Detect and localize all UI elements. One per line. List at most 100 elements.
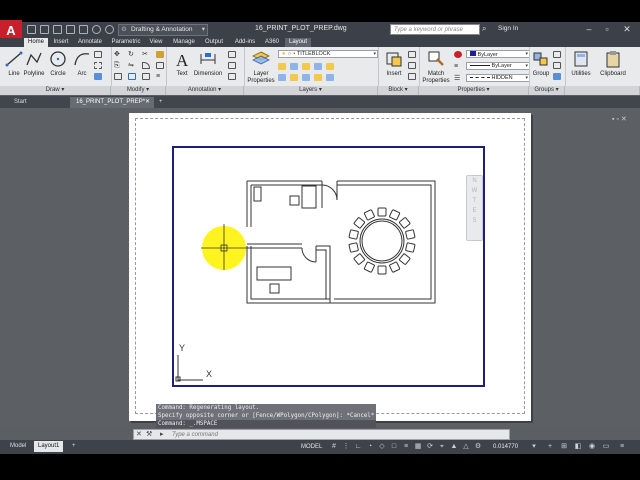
panel-block[interactable]: Block ▾ [378,86,419,95]
panel-groups[interactable]: Groups ▾ [529,86,565,95]
maximize-icon[interactable]: ▫ [600,23,614,35]
palette-icon[interactable] [454,51,462,58]
ungroup-icon[interactable] [553,51,561,58]
linetype-icon[interactable]: ≡ [454,63,462,70]
tab-parametric[interactable]: Parametric [108,38,144,47]
mirror-icon[interactable]: ⇋ [128,62,136,69]
clipboard-button[interactable]: Clipboard [598,48,628,84]
saveas-icon[interactable] [66,25,75,34]
scale-icon[interactable] [128,73,136,80]
new-layout-icon[interactable]: + [68,441,80,452]
layer-unisolate-icon[interactable] [302,74,310,81]
object-snap-icon[interactable]: □ [390,443,398,451]
viewport-scale[interactable]: 0.014770 [493,442,518,452]
color-dropdown[interactable]: ByLayer ▾ [466,50,530,58]
hatch-icon[interactable] [94,62,102,69]
polar-icon[interactable]: ◔ [366,443,374,451]
layer-dropdown[interactable]: ● ☼ ▪ TITLEBLOCK ▾ [278,50,378,58]
ortho-icon[interactable]: ∟ [354,443,362,451]
lineweight-toggle-icon[interactable]: ≡ [402,443,410,451]
tab-start[interactable]: Start [8,97,68,108]
tab-view[interactable]: View [147,38,165,47]
utilities-button[interactable]: Utilities [566,48,596,84]
lineweight-dropdown[interactable]: HIDDEN ▾ [466,74,530,82]
layer-walk-icon[interactable] [290,74,298,81]
layer-isolate-icon[interactable] [290,63,298,70]
close-icon[interactable]: ✕ [136,430,142,439]
tab-layout1[interactable]: Layout1 [34,441,64,452]
undo-icon[interactable] [92,25,101,34]
layer-lock-icon[interactable] [326,74,334,81]
panel-annotation[interactable]: Annotation ▾ [166,86,244,95]
array-icon[interactable] [142,73,150,80]
search-input[interactable]: Type a keyword or phrase [390,24,480,35]
panel-properties[interactable]: Properties ▾ [419,86,529,95]
viewcube[interactable]: N W T E S [466,175,483,241]
close-tab-icon[interactable]: ✕ [145,97,150,108]
annotation-visibility-icon[interactable]: ▲ [450,443,458,451]
tab-insert[interactable]: Insert [50,38,72,47]
table-icon[interactable] [228,62,236,69]
rotate-icon[interactable]: ↻ [128,51,136,58]
new-icon[interactable] [27,25,36,34]
tab-manage[interactable]: Manage [170,38,198,47]
offset-icon[interactable]: ≡ [156,73,164,80]
dynamic-ucs-icon[interactable]: ⌖ [438,443,446,451]
layer-off-icon[interactable] [314,63,322,70]
copy-icon[interactable]: ⎘ [114,62,122,69]
layer-state-icon[interactable] [278,63,286,70]
gradient-icon[interactable] [94,73,102,80]
units-icon[interactable]: ⊞ [560,443,568,451]
panel-draw[interactable]: Draw ▾ [0,86,111,95]
annotation-monitor-icon[interactable]: + [546,443,554,451]
layer-properties-button[interactable]: Layer Properties [246,48,276,84]
chevron-down-icon[interactable]: ▾ [530,443,538,451]
space-toggle[interactable]: MODEL [301,442,322,452]
layer-previous-icon[interactable] [278,74,286,81]
group-button[interactable]: Group [530,48,552,84]
match-properties-button[interactable]: Match Properties [420,48,452,84]
workspace-switch-icon[interactable]: ⚙ [474,443,482,451]
insert-button[interactable]: Insert [380,48,408,84]
group-edit-icon[interactable] [553,62,561,69]
layer-match-icon[interactable] [326,63,334,70]
wrench-icon[interactable]: ⚒ [146,430,152,439]
tab-layout[interactable]: Layout [285,38,311,47]
layer-freeze-icon[interactable] [302,63,310,70]
tab-a360[interactable]: A360 [262,38,282,47]
rectangle-icon[interactable] [94,51,102,58]
annotation-scale-icon[interactable]: △ [462,443,470,451]
save-icon[interactable] [53,25,62,34]
print-icon[interactable] [79,25,88,34]
grid-icon[interactable]: # [330,443,338,451]
leader-icon[interactable] [228,51,236,58]
tab-home[interactable]: Home [24,38,48,47]
arc-button[interactable]: Arc [68,48,96,84]
group-select-icon[interactable] [553,73,561,80]
tab-add-ins[interactable]: Add-ins [230,38,260,47]
minimize-icon[interactable]: – [582,23,596,35]
dimension-button[interactable]: Dimension [192,48,224,84]
explode-icon[interactable] [156,62,164,69]
stretch-icon[interactable] [114,73,122,80]
panel-layers[interactable]: Layers ▾ [244,86,378,95]
command-input[interactable]: Type a command [172,431,218,439]
viewport-controls[interactable]: ▪ ▫ ✕ [612,115,627,123]
snap-icon[interactable]: ⋮ [342,443,350,451]
isolate-objects-icon[interactable]: ◉ [588,443,596,451]
isodraft-icon[interactable]: ◇ [378,443,386,451]
linetype-dropdown[interactable]: ByLayer ▾ [466,62,530,70]
create-block-icon[interactable] [408,51,416,58]
command-line[interactable]: ✕ ⚒ ▸ Type a command [133,429,510,440]
clean-screen-icon[interactable]: ▭ [602,443,610,451]
erase-icon[interactable] [156,51,164,58]
panel-modify[interactable]: Modify ▾ [111,86,166,95]
sign-in-button[interactable]: Sign In [498,25,518,32]
tab-model[interactable]: Model [6,441,30,452]
markup-icon[interactable] [228,73,236,80]
customization-icon[interactable]: ≡ [618,443,626,451]
lineweight-icon[interactable]: ☰ [454,75,462,82]
trim-icon[interactable]: ✂ [142,51,150,58]
tab-output[interactable]: Output [201,38,227,47]
quick-properties-icon[interactable]: ◧ [574,443,582,451]
